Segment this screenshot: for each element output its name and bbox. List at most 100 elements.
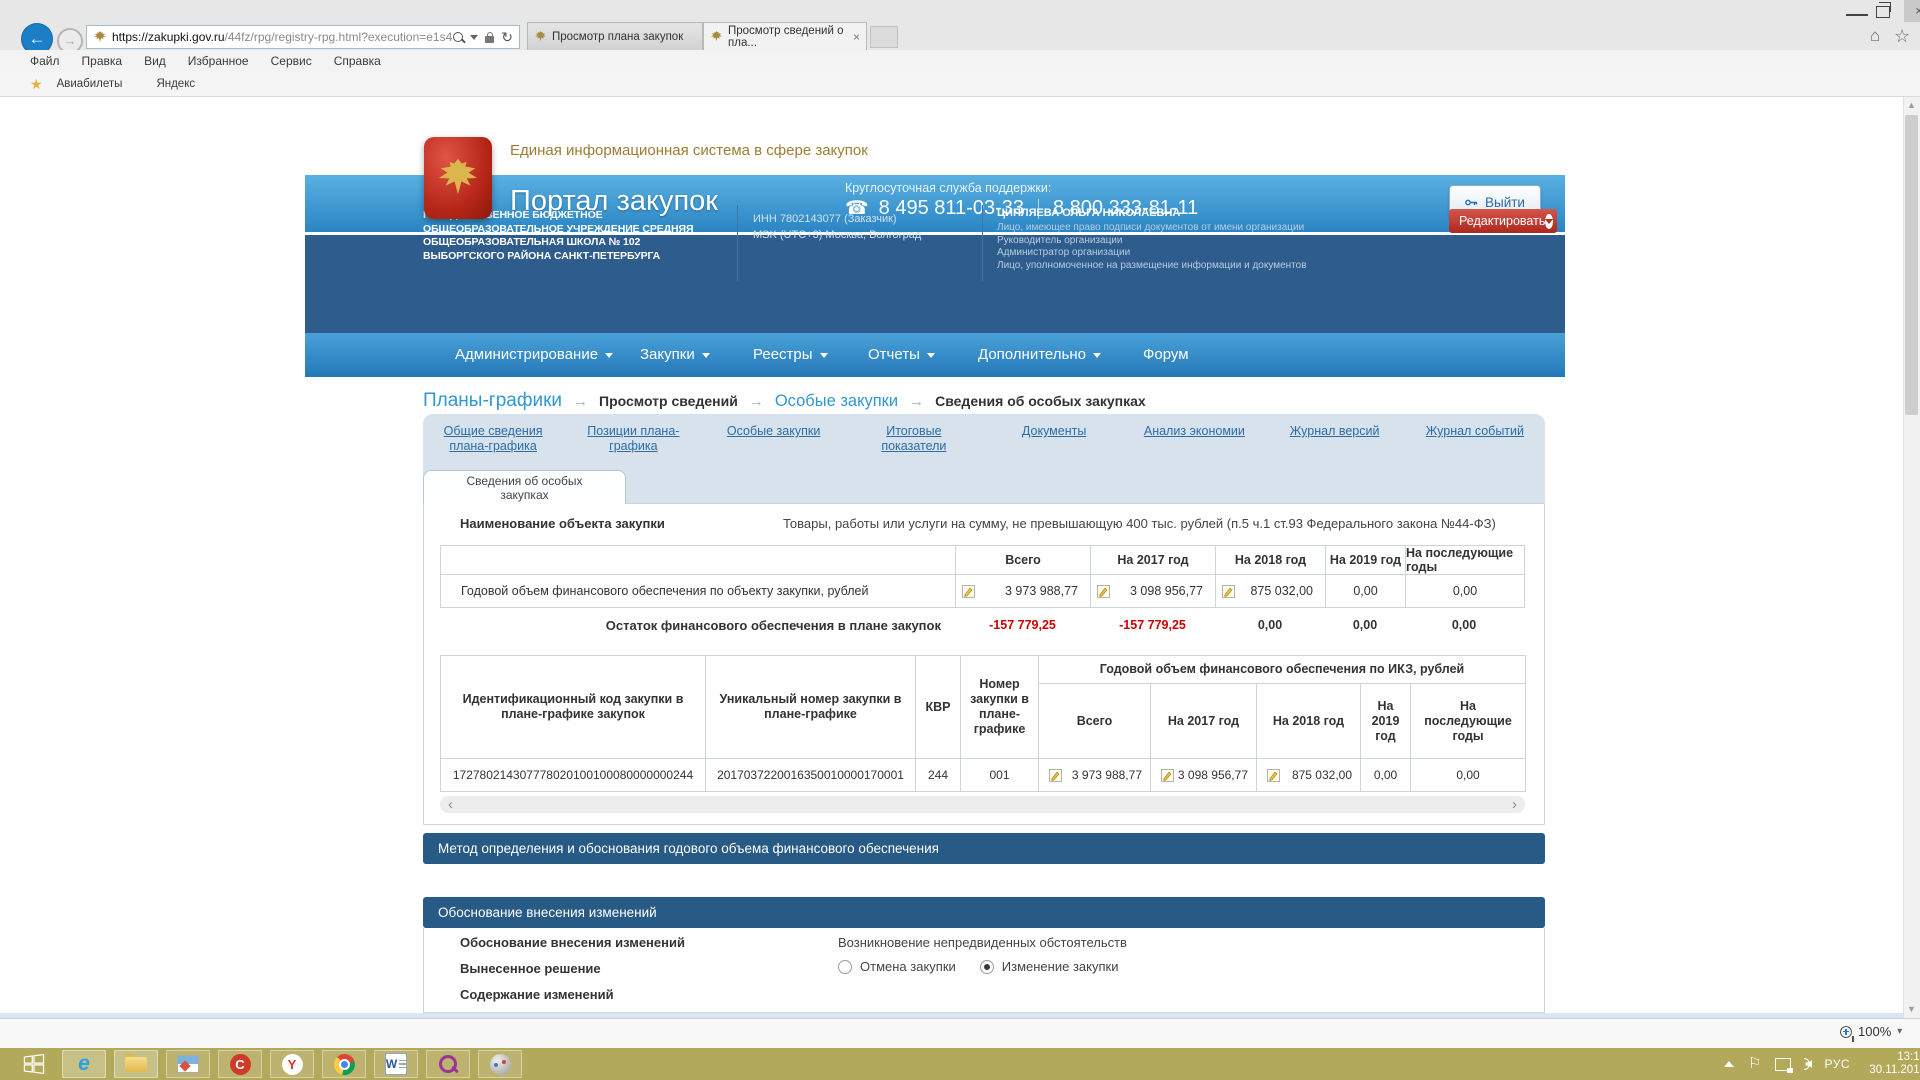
edit-pencil-icon[interactable] <box>962 585 975 598</box>
tab-special-purchases[interactable]: Особые закупки <box>704 424 844 439</box>
tray-time: 13:13 <box>1897 1051 1920 1063</box>
zoom-caret-icon[interactable]: ▾ <box>1897 1026 1902 1037</box>
tab-close-icon[interactable]: × <box>849 30 860 44</box>
tab-totals[interactable]: Итоговые показатели <box>844 424 984 454</box>
user-roles: Лицо, имеющее право подписи документов о… <box>997 222 1307 272</box>
tab-general-info[interactable]: Общие сведения плана-графика <box>423 424 563 454</box>
favorites-star-icon[interactable]: ☆ <box>1894 26 1910 46</box>
scroll-up-icon[interactable]: ▲ <box>1907 100 1916 110</box>
action-center-flag-icon[interactable]: ⚐ <box>1748 1056 1761 1072</box>
tab-savings-analysis[interactable]: Анализ экономии <box>1124 424 1264 439</box>
gold-star-icon[interactable]: ★ <box>30 76 43 93</box>
window-restore-button[interactable] <box>1876 6 1890 18</box>
menu-file[interactable]: Файл <box>30 54 60 68</box>
edit-dropdown-icon[interactable] <box>1545 214 1553 229</box>
network-icon[interactable] <box>1775 1058 1791 1071</box>
value-2018: 875 032,00 <box>1250 584 1313 598</box>
finance-table-row: Годовой объем финансового обеспечения по… <box>441 575 1524 607</box>
nav-additional[interactable]: Дополнительно <box>978 346 1101 363</box>
zoom-control[interactable]: 100% ▾ <box>1840 1024 1902 1039</box>
taskbar-explorer-button[interactable] <box>114 1050 158 1078</box>
nav-forum[interactable]: Форум <box>1143 346 1189 363</box>
taskbar-paint-button[interactable] <box>478 1050 522 1078</box>
horizontal-scrollbar[interactable]: ‹ › <box>440 796 1525 813</box>
favorite-yandex[interactable]: Яндекс <box>156 78 195 90</box>
tab-version-log[interactable]: Журнал версий <box>1265 424 1405 439</box>
edit-pencil-icon[interactable] <box>1049 769 1062 782</box>
refresh-icon[interactable]: ↻ <box>501 30 513 44</box>
nav-registries[interactable]: Реестры <box>753 346 828 363</box>
tab-positions[interactable]: Позиции плана-графика <box>563 424 703 454</box>
taskbar-consultant-button[interactable]: C <box>218 1050 262 1078</box>
radio-cancel-purchase[interactable] <box>838 960 852 974</box>
start-button[interactable] <box>14 1050 54 1078</box>
taskbar-photo-viewer-button[interactable] <box>166 1050 210 1078</box>
tab-documents[interactable]: Документы <box>984 424 1124 439</box>
favorite-aviabilety[interactable]: Авиабилеты <box>57 78 123 90</box>
balance-total: -157 779,25 <box>955 618 1090 632</box>
cell-purchase-number: 001 <box>961 759 1039 791</box>
divider <box>737 205 738 281</box>
tab-special-details-active[interactable]: Сведения об особых закупках <box>423 470 626 504</box>
menu-favorites[interactable]: Избранное <box>188 54 249 68</box>
edit-pencil-icon[interactable] <box>1267 769 1280 782</box>
edit-pencil-icon[interactable] <box>1097 585 1110 598</box>
taskbar-ie-button[interactable]: e <box>62 1050 106 1078</box>
col-group-annual-volume: Годовой объем финансового обеспечения по… <box>1039 656 1525 684</box>
radio-cancel-label[interactable]: Отмена закупки <box>860 959 956 974</box>
section-method-header[interactable]: Метод определения и обоснования годового… <box>423 833 1545 864</box>
scroll-right-icon[interactable]: › <box>1512 797 1517 812</box>
nav-administration[interactable]: Администрирование <box>455 346 613 363</box>
chevron-down-icon[interactable] <box>470 35 478 40</box>
taskbar-yandex-button[interactable]: Y <box>270 1050 314 1078</box>
cell-2019: 0,00 <box>1361 759 1411 791</box>
address-bar[interactable]: https://zakupki.gov.ru/44fz/rpg/registry… <box>86 25 520 49</box>
volume-icon[interactable] <box>1805 1058 1810 1070</box>
coat-of-arms-logo-icon[interactable] <box>424 137 492 219</box>
chevron-down-icon <box>702 353 710 358</box>
taskbar-search-app-button[interactable] <box>426 1050 470 1078</box>
browser-tab-details-active[interactable]: Просмотр сведений о пла... × <box>703 22 867 50</box>
scrollbar-thumb[interactable] <box>1905 115 1918 415</box>
menu-help[interactable]: Справка <box>334 54 381 68</box>
menu-edit[interactable]: Правка <box>82 54 123 68</box>
section-changes-header[interactable]: Обоснование внесения изменений <box>423 897 1545 928</box>
nav-reports[interactable]: Отчеты <box>868 346 935 363</box>
ie-icon: e <box>78 1054 90 1074</box>
yandex-icon: Y <box>282 1054 303 1075</box>
window-titlebar[interactable] <box>0 0 1920 22</box>
menu-tools[interactable]: Сервис <box>271 54 312 68</box>
cell-2017: 3 098 956,77 <box>1151 759 1257 791</box>
col-total: Всего <box>956 546 1091 574</box>
new-tab-button[interactable] <box>870 26 898 48</box>
edit-pencil-icon[interactable] <box>1161 769 1174 782</box>
col-2019: На 2019 год <box>1326 546 1406 574</box>
taskbar-chrome-button[interactable] <box>322 1050 366 1078</box>
scroll-down-icon[interactable]: ▼ <box>1907 1004 1916 1014</box>
language-indicator[interactable]: РУС <box>1824 1057 1850 1071</box>
tab-event-log[interactable]: Журнал событий <box>1405 424 1545 439</box>
clock[interactable]: 13:13 30.11.2017 <box>1864 1051 1920 1077</box>
browser-status-bar <box>0 1018 1920 1048</box>
breadcrumb-plans-link[interactable]: Планы-графики <box>423 390 562 412</box>
taskbar-word-button[interactable]: W <box>374 1050 418 1078</box>
browser-tab-plan[interactable]: Просмотр плана закупок <box>527 22 703 50</box>
window-close-button[interactable]: × <box>1904 0 1920 22</box>
radio-change-label[interactable]: Изменение закупки <box>1002 959 1119 974</box>
scroll-left-icon[interactable]: ‹ <box>448 797 453 812</box>
menu-view[interactable]: Вид <box>144 54 166 68</box>
magnifier-icon <box>439 1055 457 1073</box>
breadcrumb-special-purchases-link[interactable]: Особые закупки <box>775 392 898 411</box>
key-icon <box>1465 198 1478 207</box>
user-role: Руководитель организации <box>997 235 1307 248</box>
breadcrumb-view-details: Просмотр сведений <box>599 393 738 409</box>
nav-purchases[interactable]: Закупки <box>640 346 710 363</box>
edit-pencil-icon[interactable] <box>1222 585 1235 598</box>
edit-button[interactable]: Редактировать <box>1449 209 1557 233</box>
window-minimize-button[interactable] <box>1846 6 1868 16</box>
search-icon[interactable] <box>453 32 463 42</box>
balance-label: Остаток финансового обеспечения в плане … <box>440 618 955 633</box>
radio-change-purchase-selected[interactable] <box>980 960 994 974</box>
home-icon[interactable]: ⌂ <box>1870 27 1880 45</box>
tray-expand-icon[interactable] <box>1724 1061 1734 1067</box>
